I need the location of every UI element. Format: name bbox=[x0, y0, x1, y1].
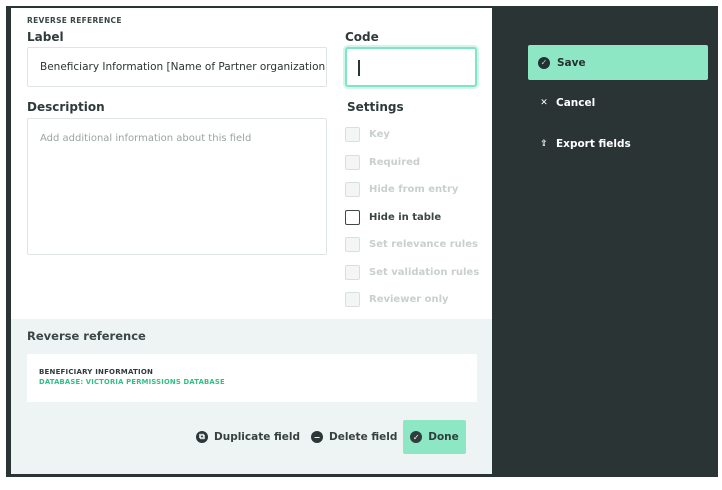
code-heading: Code bbox=[345, 30, 379, 44]
delete-field-label: Delete field bbox=[329, 431, 398, 443]
label-input-value: Beneficiary Information [Name of Partner… bbox=[40, 61, 327, 73]
reverse-reference-form-name: BENEFICIARY INFORMATION bbox=[39, 368, 154, 376]
check-circle-icon: ✓ bbox=[410, 431, 423, 443]
cancel-button[interactable]: ✕ Cancel bbox=[540, 97, 595, 109]
reverse-reference-database: DATABASE: VICTORIA PERMISSIONS DATABASE bbox=[39, 378, 225, 386]
setting-hide-from-entry[interactable]: Hide from entry bbox=[345, 176, 485, 204]
hide-from-entry-checkbox[interactable] bbox=[345, 182, 360, 198]
label-heading: Label bbox=[27, 30, 64, 44]
text-caret bbox=[358, 60, 360, 76]
description-placeholder: Add additional information about this fi… bbox=[40, 133, 252, 144]
setting-key-label: Key bbox=[369, 129, 390, 141]
key-checkbox[interactable] bbox=[345, 127, 360, 143]
done-button[interactable]: ✓ Done bbox=[403, 420, 466, 454]
frame-bottom-border bbox=[6, 474, 718, 477]
reviewer-only-checkbox[interactable] bbox=[345, 292, 360, 308]
description-textarea[interactable]: Add additional information about this fi… bbox=[27, 118, 327, 255]
setting-hide-from-entry-label: Hide from entry bbox=[369, 184, 459, 196]
setting-hide-in-table[interactable]: Hide in table bbox=[345, 204, 485, 232]
field-type-kicker: REVERSE REFERENCE bbox=[27, 16, 122, 25]
field-editor-screen: REVERSE REFERENCE Label Beneficiary Info… bbox=[0, 0, 722, 490]
export-fields-label: Export fields bbox=[556, 138, 631, 150]
settings-heading: Settings bbox=[347, 100, 404, 114]
minus-circle-icon: − bbox=[311, 431, 323, 443]
code-input[interactable] bbox=[345, 47, 477, 87]
save-label: Save bbox=[557, 56, 586, 69]
hide-in-table-checkbox[interactable] bbox=[345, 209, 360, 225]
right-sidebar: ✓ Save ✕ Cancel ⇪ Export fields bbox=[492, 8, 718, 474]
required-checkbox[interactable] bbox=[345, 154, 360, 170]
label-input[interactable]: Beneficiary Information [Name of Partner… bbox=[27, 47, 327, 87]
delete-field-button[interactable]: − Delete field bbox=[311, 431, 397, 443]
cancel-label: Cancel bbox=[556, 97, 596, 109]
reverse-reference-card[interactable]: BENEFICIARY INFORMATION DATABASE: VICTOR… bbox=[27, 354, 477, 402]
description-heading: Description bbox=[27, 100, 105, 114]
setting-reviewer-only-label: Reviewer only bbox=[369, 294, 449, 306]
setting-key[interactable]: Key bbox=[345, 121, 485, 149]
setting-hide-in-table-label: Hide in table bbox=[369, 211, 442, 223]
field-editor-panel: REVERSE REFERENCE Label Beneficiary Info… bbox=[11, 8, 492, 474]
relevance-rules-checkbox[interactable] bbox=[345, 237, 360, 253]
reverse-reference-title: Reverse reference bbox=[27, 329, 146, 343]
setting-required[interactable]: Required bbox=[345, 149, 485, 177]
export-fields-button[interactable]: ⇪ Export fields bbox=[540, 138, 631, 150]
check-circle-icon: ✓ bbox=[538, 56, 550, 69]
validation-rules-checkbox[interactable] bbox=[345, 264, 360, 280]
duplicate-icon: ⧉ bbox=[196, 431, 208, 443]
export-icon: ⇪ bbox=[540, 139, 548, 149]
duplicate-field-label: Duplicate field bbox=[214, 431, 301, 443]
duplicate-field-button[interactable]: ⧉ Duplicate field bbox=[196, 431, 300, 443]
done-label: Done bbox=[428, 431, 459, 443]
save-button[interactable]: ✓ Save bbox=[528, 45, 708, 80]
setting-relevance-rules-label: Set relevance rules bbox=[369, 239, 478, 251]
page-right-edge bbox=[718, 6, 722, 477]
setting-reviewer-only[interactable]: Reviewer only bbox=[345, 286, 485, 314]
close-icon: ✕ bbox=[540, 98, 548, 108]
setting-validation-rules[interactable]: Set validation rules bbox=[345, 259, 485, 287]
setting-validation-rules-label: Set validation rules bbox=[369, 266, 480, 278]
setting-required-label: Required bbox=[369, 156, 421, 168]
settings-list: Key Required Hide from entry Hide in tab… bbox=[345, 121, 485, 314]
setting-relevance-rules[interactable]: Set relevance rules bbox=[345, 231, 485, 259]
